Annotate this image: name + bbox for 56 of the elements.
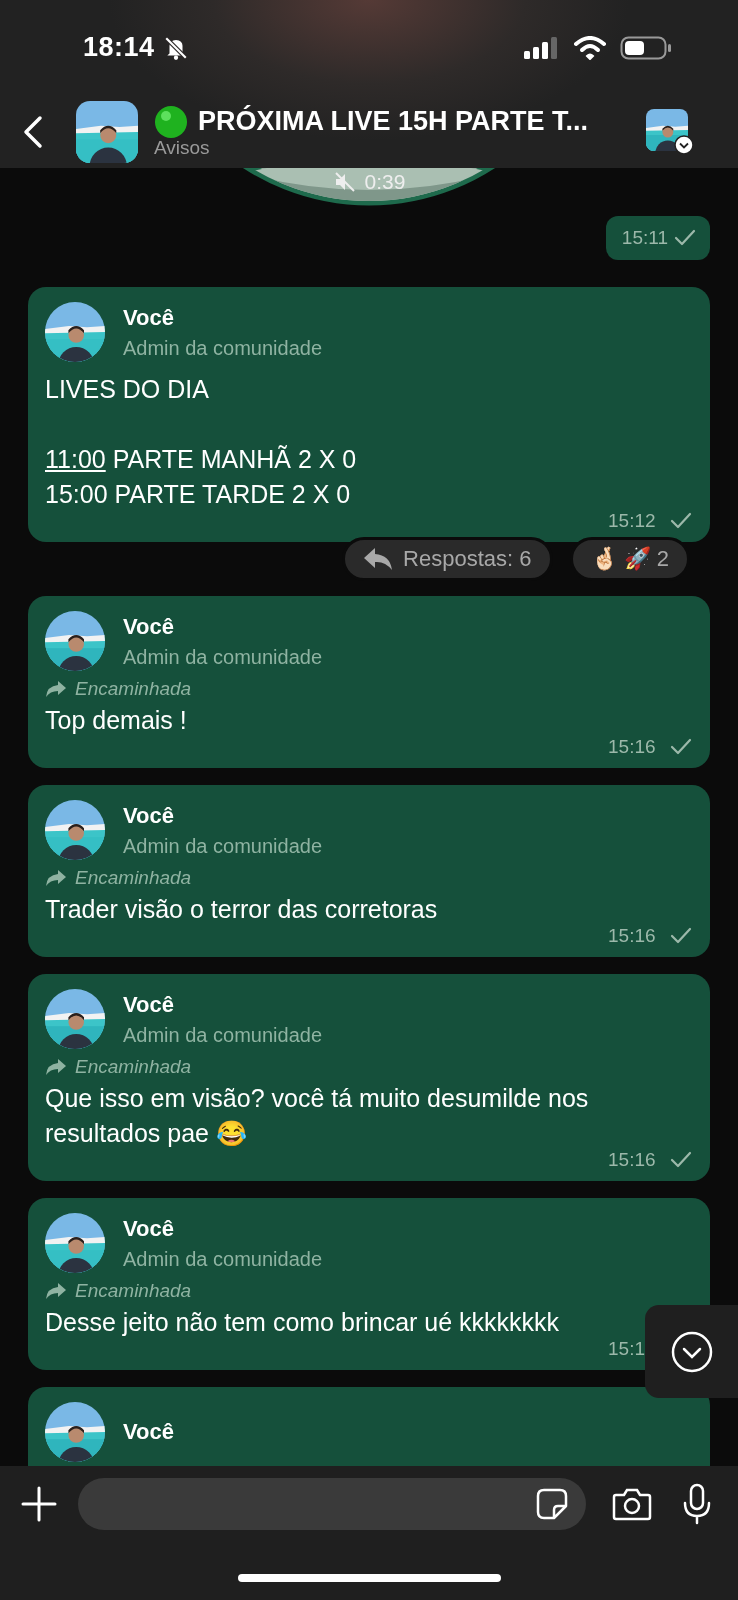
video-duration: 0:39 (364, 170, 406, 194)
forwarded-label: Encaminhada (75, 867, 192, 889)
forward-icon (45, 680, 67, 698)
sender-name: Você (123, 1215, 175, 1242)
check-icon (670, 927, 692, 945)
message-text: Que isso em visão? você tá muito desumilde nos resultados pae 😂 (45, 1083, 590, 1149)
forwarded-label: Encaminhada (75, 678, 192, 700)
message-time: 15:16 (608, 925, 657, 947)
signal-icon (524, 36, 560, 59)
wifi-icon (574, 35, 606, 60)
sender-role: Admin da comunidade (123, 834, 322, 858)
message-time: 15:16 (608, 736, 657, 758)
sender-name: Você (123, 802, 175, 829)
sender-role: Admin da comunidade (123, 1247, 322, 1271)
message-time: 15:11 (621, 227, 668, 249)
battery-icon (620, 35, 672, 60)
check-icon (670, 738, 692, 756)
status-time: 18:14 (83, 32, 155, 63)
community-avatar-button[interactable] (646, 108, 694, 155)
replies-button[interactable]: Respostas: 6 (342, 537, 553, 581)
check-icon (670, 1151, 692, 1169)
sender-name: Você (123, 304, 175, 331)
message-time: 15:12 (608, 510, 657, 532)
message-time: 15:16 (608, 1149, 657, 1171)
message-text: 11:00 PARTE MANHÃ 2 X 0 15:00 PARTE TARDE 2 X 0 (45, 444, 358, 510)
sender-name: Você (123, 991, 175, 1018)
message-input-field[interactable] (78, 1478, 586, 1530)
forward-icon (45, 869, 67, 887)
message-text: LIVES DO DIA (45, 374, 210, 405)
scroll-down-button[interactable] (645, 1305, 738, 1398)
time-link[interactable]: 11:00 (45, 445, 106, 473)
forwarded-label: Encaminhada (75, 1280, 192, 1302)
muted-speaker-icon (332, 170, 357, 194)
chat-title[interactable]: PRÓXIMA LIVE 15H PARTE T... (198, 106, 589, 137)
sticker-icon[interactable] (536, 1488, 568, 1520)
forward-icon (45, 1282, 67, 1300)
bell-off-icon (162, 34, 189, 61)
sender-name: Você (123, 613, 175, 640)
sender-role: Admin da comunidade (123, 336, 322, 360)
message-text: Desse jeito não tem como brincar ué kkkkkkkk (45, 1307, 561, 1338)
chevron-down-icon (669, 1329, 714, 1374)
camera-button[interactable] (612, 1487, 652, 1521)
check-icon (670, 512, 692, 530)
sender-role: Admin da comunidade (123, 1023, 322, 1047)
microphone-button[interactable] (682, 1483, 712, 1525)
forward-icon (45, 1058, 67, 1076)
sender-name: Você (123, 1419, 174, 1445)
sender-role: Admin da comunidade (123, 645, 322, 669)
message-time: 15:1 (608, 1338, 646, 1360)
plus-button[interactable] (20, 1485, 58, 1523)
circle-emoji-icon (154, 104, 188, 139)
chat-subtitle: Avisos (154, 136, 211, 159)
reply-icon (363, 547, 394, 571)
message-text: Top demais ! (45, 705, 188, 736)
message-text: Trader visão o terror das corretoras (45, 894, 439, 925)
forwarded-label: Encaminhada (75, 1056, 192, 1078)
